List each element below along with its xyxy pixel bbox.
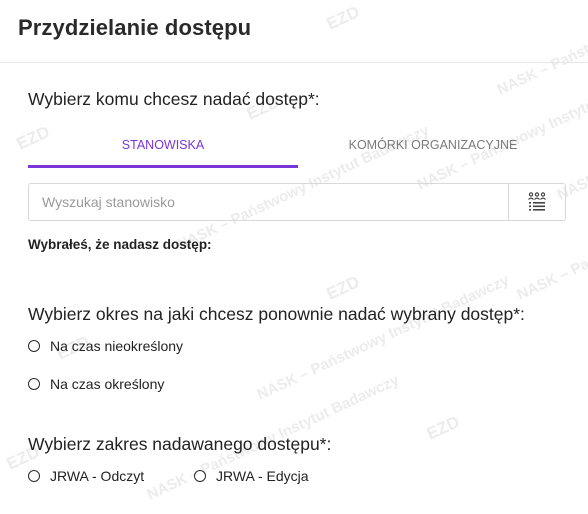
- radio-circle[interactable]: [28, 378, 40, 390]
- people-list-icon: [528, 192, 546, 211]
- access-target-prompt: Wybierz komu chcesz nadać dostęp*:: [28, 89, 320, 109]
- active-tab-indicator: [28, 165, 298, 168]
- radio-circle[interactable]: [28, 340, 40, 352]
- radio-label: Na czas nieokreślony: [50, 338, 184, 354]
- radio-label: JRWA - Odczyt: [50, 468, 145, 484]
- tab-stanowiska[interactable]: STANOWISKA: [28, 138, 298, 152]
- period-prompt: Wybierz okres na jaki chcesz ponownie na…: [28, 304, 525, 324]
- position-search-input[interactable]: [29, 184, 511, 220]
- radio-label: JRWA - Edycja: [216, 468, 309, 484]
- selected-access-label: Wybrałeś, że nadasz dostęp:: [28, 237, 212, 252]
- watermark-text: NASK – Państwowy Instytut Badawczy: [255, 271, 513, 403]
- dialog-title: Przydzielanie dostępu: [18, 15, 252, 40]
- watermark-text: EZD: [324, 272, 363, 304]
- position-list-button[interactable]: [508, 184, 565, 220]
- radio-scope-edit[interactable]: JRWA - Edycja: [194, 468, 309, 484]
- radio-circle[interactable]: [28, 470, 40, 482]
- radio-scope-read[interactable]: JRWA - Odczyt: [28, 468, 144, 484]
- radio-period-definite[interactable]: Na czas określony: [28, 376, 164, 392]
- tab-komorki-organizacyjne[interactable]: KOMÓRKI ORGANIZACYJNE: [298, 138, 568, 152]
- position-search-box: [28, 183, 566, 221]
- radio-label: Na czas określony: [50, 376, 165, 392]
- watermark-text: EZD: [424, 412, 463, 444]
- radio-period-indefinite[interactable]: Na czas nieokreślony: [28, 338, 183, 354]
- scope-prompt: Wybierz zakres nadawanego dostępu*:: [28, 434, 332, 454]
- access-target-tabs: STANOWISKA KOMÓRKI ORGANIZACYJNE: [28, 128, 568, 170]
- dialog-header: Przydzielanie dostępu: [0, 0, 588, 63]
- radio-circle[interactable]: [194, 470, 206, 482]
